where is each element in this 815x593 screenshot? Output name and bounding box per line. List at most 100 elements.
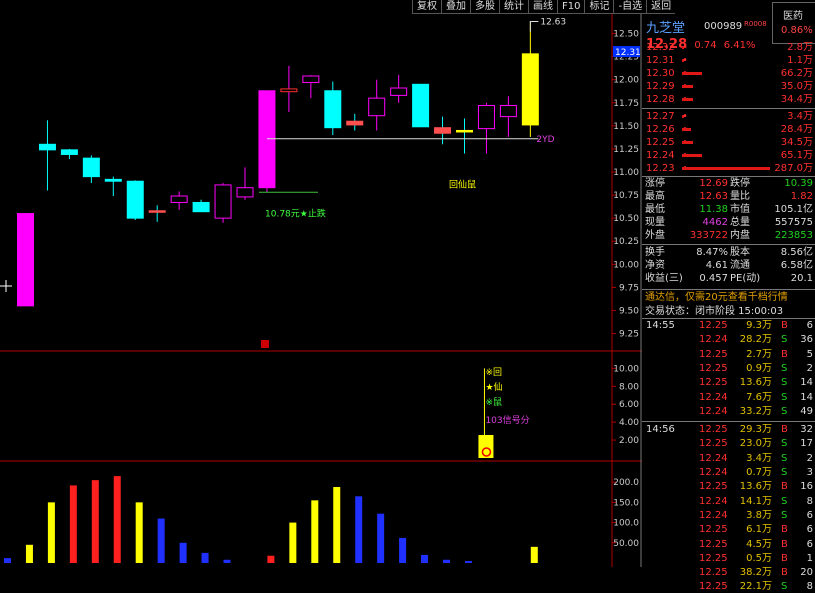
volume-bar bbox=[333, 487, 341, 563]
ask-row-4[interactable]: 12.28•34.4万 bbox=[642, 93, 815, 106]
ask-vol-bar bbox=[682, 85, 693, 88]
volume-bar bbox=[443, 559, 450, 563]
toolbar-btn-6[interactable]: 标记 bbox=[584, 0, 614, 14]
ask-price: 12.31 bbox=[646, 55, 675, 66]
tick-vol: 7.6万 bbox=[746, 391, 772, 403]
volume-bar bbox=[267, 555, 275, 563]
stat2-row-1: 净资 4.61 流通 6.58亿 bbox=[642, 259, 815, 272]
candle-body bbox=[170, 195, 188, 203]
stat-label: 外盘 bbox=[645, 230, 665, 241]
bid-row-2[interactable]: 12.25•34.5万 bbox=[642, 136, 815, 149]
stat-label: 最高 bbox=[645, 191, 665, 202]
ask-price: 12.29 bbox=[646, 81, 675, 92]
toolbar-btn-7[interactable]: -自选 bbox=[613, 0, 647, 14]
price-tick-label: 9.50 bbox=[619, 306, 639, 316]
stat-value2: 1.82 bbox=[790, 191, 813, 202]
bid-vol-bar bbox=[682, 128, 691, 131]
tick-row: 12.24 28.2万 S 36 bbox=[642, 333, 815, 346]
stock-name[interactable]: 九芝堂 bbox=[646, 17, 685, 36]
toolbar-btn-3[interactable]: 统计 bbox=[499, 0, 528, 14]
ask-row-0[interactable]: 12.32 • 2.8万 bbox=[642, 41, 815, 54]
industry-box[interactable]: 医药 0.86% bbox=[772, 2, 815, 44]
bid-row-4[interactable]: 12.23•287.0万 bbox=[642, 162, 815, 175]
candle-body bbox=[17, 213, 34, 307]
tick-vol: 3.4万 bbox=[746, 452, 772, 464]
stat-value2: 223853 bbox=[774, 230, 813, 241]
volume-bar bbox=[421, 554, 429, 563]
bid-price: 12.24 bbox=[646, 150, 675, 161]
tick-vol: 22.1万 bbox=[739, 581, 772, 593]
volume-bar bbox=[47, 502, 55, 563]
stock-code: 000989 bbox=[704, 21, 743, 32]
tick-price: 12.25 bbox=[699, 581, 728, 593]
quote-panel: 九芝堂 000989 R0008 医药 0.86% 12.28 0.74 6.4… bbox=[642, 2, 815, 592]
candle-body bbox=[434, 127, 452, 134]
stat2-value: 8.47% bbox=[696, 247, 728, 258]
candle-body bbox=[324, 90, 342, 129]
tick-vol: 3.8万 bbox=[746, 509, 772, 521]
tick-row: 12.25 13.6万 B 16 bbox=[642, 480, 815, 493]
tick-price: 12.25 bbox=[699, 362, 728, 374]
tick-vol: 23.0万 bbox=[739, 438, 772, 450]
industry-pct: 0.86% bbox=[781, 25, 813, 36]
ind-tick-label: 4.00 bbox=[619, 418, 639, 428]
toolbar-btn-2[interactable]: 多股 bbox=[470, 0, 499, 14]
price-tick-label: 10.00 bbox=[613, 260, 639, 270]
toolbar-btn-1[interactable]: 叠加 bbox=[441, 0, 470, 14]
stats2-divider bbox=[642, 289, 815, 290]
tick-count: 6 bbox=[806, 320, 813, 331]
stock-tag: R0008 bbox=[744, 20, 767, 28]
tick-price: 12.25 bbox=[699, 567, 728, 579]
stat-value: 333722 bbox=[689, 230, 728, 241]
stat2-label2: 股本 bbox=[730, 247, 750, 258]
toolbar-btn-5[interactable]: F10 bbox=[557, 0, 585, 14]
candle-body bbox=[126, 180, 144, 219]
tick-price: 12.25 bbox=[699, 438, 728, 450]
volume-bar bbox=[179, 542, 187, 563]
tick-side: S bbox=[781, 438, 788, 450]
ask-row-2[interactable]: 12.30•66.2万 bbox=[642, 67, 815, 80]
candle-body bbox=[499, 105, 517, 118]
stat-row-0: 涨停 12.69 跌停 10.39 bbox=[642, 177, 815, 190]
volume-bar bbox=[157, 518, 165, 563]
tick-row: 12.24 0.7万 S 3 bbox=[642, 466, 815, 479]
price-tick-label: 11.00 bbox=[613, 168, 639, 178]
toolbar-btn-8[interactable]: 返回 bbox=[646, 0, 676, 14]
tick-price: 12.25 bbox=[699, 524, 728, 536]
tick-side: B bbox=[781, 424, 788, 436]
tick-side: S bbox=[781, 405, 788, 417]
tick-count: 8 bbox=[806, 495, 813, 507]
kline-chart-area[interactable]: 12.5012.2512.0011.7511.5011.2511.0010.75… bbox=[0, 0, 642, 567]
ask-row-3[interactable]: 12.29•35.0万 bbox=[642, 80, 815, 93]
candle-body bbox=[104, 178, 122, 182]
tick-count: 3 bbox=[806, 467, 813, 478]
tick-count: 6 bbox=[806, 538, 813, 550]
tick-side: S bbox=[781, 509, 788, 521]
candle-body bbox=[368, 97, 386, 117]
tick-row: 12.25 13.6万 S 14 bbox=[642, 376, 815, 389]
tick-row: 14:56 12.25 29.3万 B 32 bbox=[642, 423, 815, 436]
toolbar-btn-4[interactable]: 画线 bbox=[528, 0, 557, 14]
promo-text[interactable]: 通达信，仅需20元查看千档行情 bbox=[645, 291, 815, 304]
volume-bar bbox=[113, 476, 121, 563]
stat2-label: 净资 bbox=[645, 260, 665, 271]
tick-count: 8 bbox=[806, 581, 813, 593]
bid-row-1[interactable]: 12.26•28.4万 bbox=[642, 123, 815, 136]
book-divider bbox=[642, 108, 815, 109]
bid-row-0[interactable]: 12.27 • 3.4万 bbox=[642, 110, 815, 123]
tick-vol: 33.2万 bbox=[739, 405, 772, 417]
tick-price: 12.25 bbox=[699, 348, 728, 360]
tick-vol: 38.2万 bbox=[739, 567, 772, 579]
toolbar-btn-0[interactable]: 复权 bbox=[412, 0, 441, 14]
candle-body bbox=[38, 143, 56, 151]
tick-side: S bbox=[781, 391, 788, 403]
tick-vol: 28.2万 bbox=[739, 334, 772, 346]
bid-row-3[interactable]: 12.24•65.1万 bbox=[642, 149, 815, 162]
event-marker bbox=[261, 340, 269, 348]
volume-bar bbox=[201, 552, 209, 563]
candle-body bbox=[60, 149, 78, 155]
ask-vol-bar bbox=[682, 59, 684, 62]
stat2-label2: 流通 bbox=[730, 260, 750, 271]
tick-price: 12.24 bbox=[699, 452, 728, 464]
ask-row-1[interactable]: 12.31 • 1.1万 bbox=[642, 54, 815, 67]
